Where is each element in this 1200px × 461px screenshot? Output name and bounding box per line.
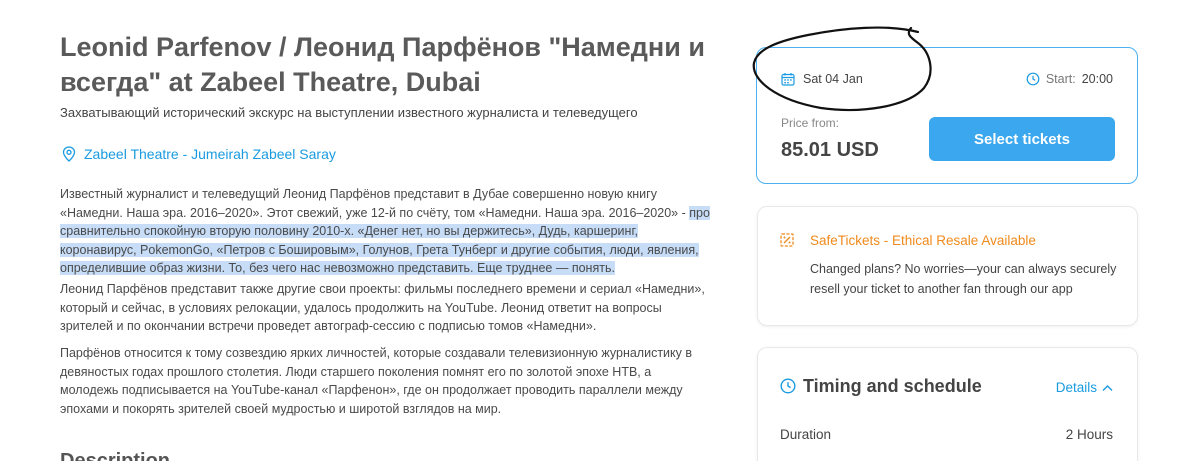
price-label: Price from: [781, 116, 840, 130]
date-text: Sat 04 Jan [803, 72, 863, 86]
select-tickets-button[interactable]: Select tickets [929, 117, 1115, 161]
details-toggle[interactable]: Details [1056, 380, 1113, 395]
venue-name: Zabeel Theatre - Jumeirah Zabeel Saray [84, 146, 336, 162]
clock-icon [1026, 72, 1040, 86]
venue-link[interactable]: Zabeel Theatre - Jumeirah Zabeel Saray [62, 146, 336, 162]
safetickets-text: Changed plans? No worries—your can alway… [810, 262, 1117, 296]
ticket-card: Sat 04 Jan Start: 20:00 Price from: 85.0… [756, 47, 1138, 184]
clock-icon [780, 378, 796, 394]
details-label: Details [1055, 380, 1097, 395]
duration-label: Duration [780, 427, 832, 442]
safetickets-card: SafeTickets - Ethical Resale Available C… [757, 206, 1138, 326]
safetickets-title: SafeTickets - Ethical Resale Available [810, 233, 1036, 248]
description-paragraph-1: Известный журналист и телеведущий Леонид… [60, 185, 710, 278]
timing-title: Timing and schedule [803, 376, 982, 396]
event-subtitle: Захватывающий исторический экскурс на вы… [60, 105, 638, 120]
price-value: 85.01 USD [781, 139, 879, 161]
event-title: Leonid Parfenov / Леонид Парфёнов "Намед… [60, 32, 705, 97]
event-date: Sat 04 Jan [781, 72, 863, 86]
description-paragraph-2: Леонид Парфёнов представит также другие … [60, 282, 705, 334]
description-text: Известный журналист и телеведущий Леонид… [60, 187, 686, 220]
start-time-value: 20:00 [1081, 72, 1113, 86]
chevron-up-icon [1102, 384, 1113, 391]
calendar-icon [781, 73, 795, 86]
duration-value: 2 Hours [1065, 427, 1113, 442]
ticket-percent-icon [780, 233, 794, 247]
start-label: Start: [1045, 72, 1076, 86]
description-paragraph-3: Парфёнов относится к тому созвездию ярки… [60, 346, 693, 416]
location-pin-icon [62, 146, 76, 162]
start-time: Start: 20:00 [1026, 72, 1113, 86]
timing-card: Timing and schedule Details Duration 2 H… [757, 347, 1138, 461]
description-heading: Description [60, 450, 171, 461]
